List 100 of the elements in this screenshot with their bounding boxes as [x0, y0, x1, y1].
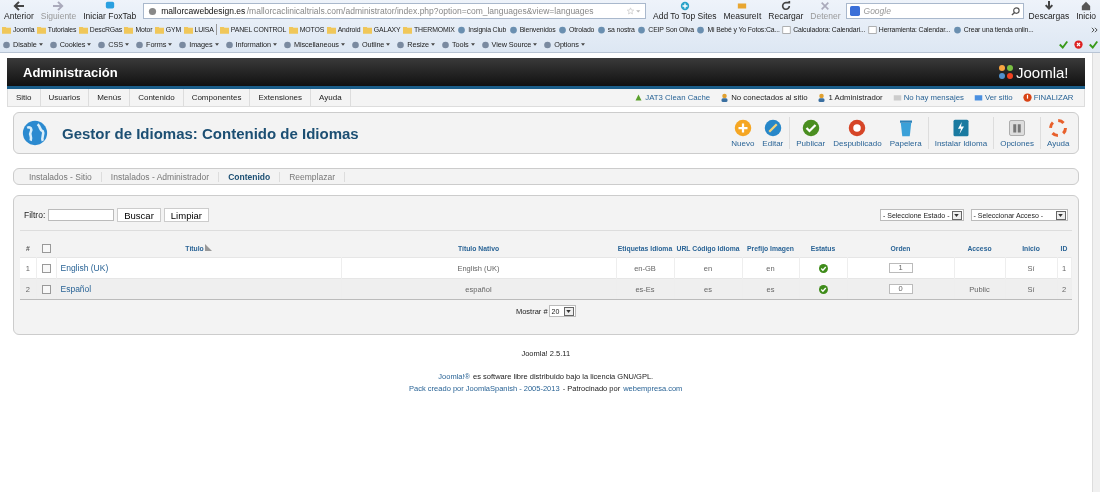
- user-icon: [817, 93, 827, 102]
- caret-icon: [38, 43, 43, 46]
- published-icon[interactable]: [818, 263, 828, 273]
- install-button[interactable]: Instalar Idioma: [930, 118, 992, 148]
- subtab[interactable]: Reemplazar: [280, 171, 345, 182]
- tool-icon: [178, 40, 188, 49]
- power-icon: [1022, 93, 1032, 102]
- reload-button[interactable]: Recargar: [766, 1, 806, 21]
- scrollbar[interactable]: [1091, 53, 1100, 492]
- tool-icon: [135, 40, 145, 49]
- site-icon: [558, 25, 568, 34]
- home-button[interactable]: Inicio: [1074, 1, 1098, 21]
- dropdown-arrow-icon: [954, 214, 959, 217]
- site-icon: [457, 25, 467, 34]
- tool-icon: [480, 40, 490, 49]
- tool-icon: [97, 40, 107, 49]
- caret-icon: [386, 43, 391, 46]
- page-title: Gestor de Idiomas: Contenido de Idiomas: [62, 124, 359, 142]
- star-icon[interactable]: [627, 7, 641, 15]
- home-icon: [1080, 1, 1093, 11]
- language-link[interactable]: English (UK): [60, 263, 109, 273]
- search-icon[interactable]: [1010, 6, 1020, 16]
- caret-icon: [272, 43, 277, 46]
- forward-arrow-icon: [52, 1, 65, 11]
- help-button[interactable]: Ayuda: [1042, 118, 1074, 148]
- dropdown-arrow-icon: [1058, 214, 1063, 217]
- menu-item[interactable]: Extensiones: [250, 89, 312, 106]
- subtab[interactable]: Instalados - Sitio: [20, 171, 102, 182]
- menu-item[interactable]: Componentes: [183, 89, 251, 106]
- lightning-icon: [951, 118, 970, 137]
- caret-icon: [340, 43, 345, 46]
- clear-button[interactable]: Limpiar: [163, 208, 209, 222]
- publish-button[interactable]: Publicar: [792, 118, 830, 148]
- address-bar[interactable]: mallorcawebdesign.es /mallorcaclinicaltrials.com/administrator/index.php?option=com_languages&view=languages: [143, 3, 646, 19]
- unpublish-button[interactable]: Despublicado: [829, 118, 886, 148]
- filter-field[interactable]: [48, 209, 115, 221]
- tool-icon: [224, 40, 234, 49]
- check-icon: [801, 118, 820, 137]
- add-top-sites-button[interactable]: Add To Top Sites: [651, 1, 719, 21]
- caret-icon: [431, 43, 436, 46]
- published-icon[interactable]: [818, 284, 828, 294]
- message-icon: [892, 93, 902, 102]
- tool-icon: [350, 40, 360, 49]
- menu-item[interactable]: Ayuda: [311, 89, 351, 106]
- tool-icon: [282, 40, 292, 49]
- folder-icon: [36, 25, 46, 34]
- back-button[interactable]: Anterior: [2, 1, 36, 21]
- caret-icon: [125, 43, 130, 46]
- search-button[interactable]: Buscar: [117, 208, 161, 222]
- menu-item[interactable]: Usuarios: [40, 89, 90, 106]
- site-icon: [637, 25, 647, 34]
- search-engine-icon[interactable]: [849, 6, 860, 16]
- foxtab-button[interactable]: Iniciar FoxTab: [81, 1, 139, 21]
- subtab[interactable]: Instalados - Administrador: [101, 171, 220, 182]
- folder-icon: [124, 25, 134, 34]
- measureit-button[interactable]: MeasureIt: [721, 1, 764, 21]
- help-icon: [1049, 118, 1068, 137]
- plus-icon: [733, 118, 752, 137]
- edit-button[interactable]: Editar: [758, 118, 788, 148]
- reload-icon: [779, 1, 792, 11]
- trash-button[interactable]: Papelera: [885, 118, 926, 148]
- folder-icon: [78, 25, 88, 34]
- tab-icon: [103, 1, 116, 11]
- menu-item[interactable]: Menús: [89, 89, 131, 106]
- pencil-icon: [763, 118, 782, 137]
- tool-icon: [396, 40, 406, 49]
- subtab[interactable]: Contenido: [219, 171, 281, 182]
- tool-icon: [48, 40, 58, 49]
- options-button[interactable]: Opciones: [996, 118, 1038, 148]
- ring-icon: [848, 118, 867, 137]
- select-all-checkbox[interactable]: [41, 243, 51, 253]
- error-icon: [1074, 40, 1083, 49]
- folder-icon: [219, 25, 229, 34]
- dropdown-arrow-icon: [566, 310, 572, 313]
- filter-label: Filtro:: [24, 210, 46, 220]
- folder-icon: [2, 25, 11, 34]
- caret-icon: [533, 43, 538, 46]
- caret-icon: [87, 43, 92, 46]
- check-icon: [1059, 40, 1068, 49]
- folder-icon: [154, 25, 164, 34]
- language-link[interactable]: Español: [60, 284, 92, 294]
- caret-icon: [580, 43, 585, 46]
- sort-icon: [204, 244, 212, 251]
- tool-icon: [441, 40, 451, 49]
- chevron-icon[interactable]: [1091, 26, 1098, 33]
- site-info-icon: [148, 6, 158, 16]
- site-icon: [508, 25, 518, 34]
- menu-item[interactable]: Sitio: [8, 89, 41, 106]
- caret-icon: [470, 43, 475, 46]
- row-checkbox[interactable]: [41, 284, 51, 294]
- back-arrow-icon: [12, 1, 25, 11]
- downloads-button[interactable]: Descargas: [1026, 1, 1072, 21]
- row-checkbox[interactable]: [41, 263, 51, 273]
- user-icon: [720, 93, 730, 102]
- download-icon: [1042, 1, 1055, 11]
- tool-icon: [2, 40, 11, 49]
- site-icon: [952, 25, 962, 34]
- menu-item[interactable]: Contenido: [130, 89, 184, 106]
- new-button[interactable]: Nuevo: [727, 118, 759, 148]
- screen-icon: [973, 93, 983, 102]
